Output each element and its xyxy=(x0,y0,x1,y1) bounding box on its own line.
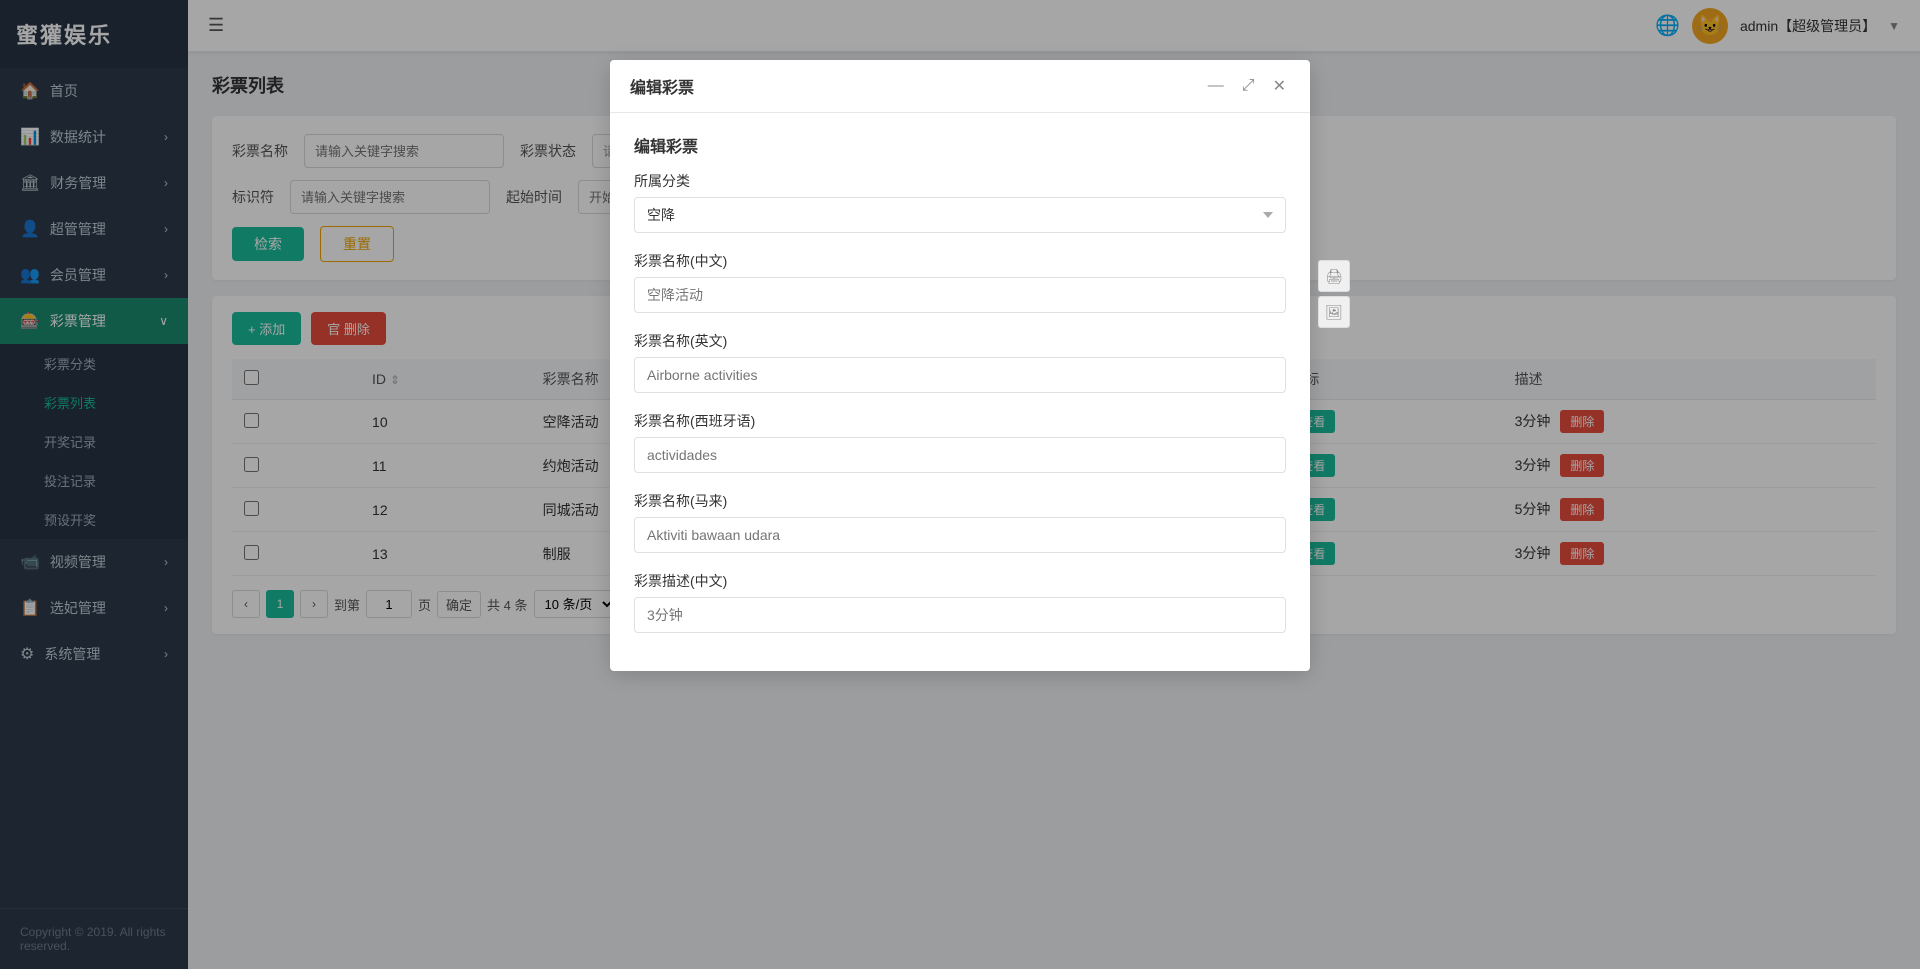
form-group-name-my: 彩票名称(马来) xyxy=(634,491,1286,553)
form-group-name-zh: 彩票名称(中文) xyxy=(634,251,1286,313)
modal-overlay[interactable]: 编辑彩票 — ⤢ ✕ 编辑彩票 所属分类 空降约炮同城租友 彩票名称(中文) 彩… xyxy=(0,0,1920,969)
form-label-name-en: 彩票名称(英文) xyxy=(634,331,1286,351)
modal-maximize-button[interactable]: ⤢ xyxy=(1238,75,1259,97)
form-group-desc-zh: 彩票描述(中文) xyxy=(634,571,1286,633)
modal-actions: — ⤢ ✕ xyxy=(1204,74,1290,98)
modal-minimize-button[interactable]: — xyxy=(1204,75,1228,97)
form-input-name-en[interactable] xyxy=(634,357,1286,393)
modal-close-button[interactable]: ✕ xyxy=(1269,74,1290,98)
form-group-name-en: 彩票名称(英文) xyxy=(634,331,1286,393)
form-label-name-zh: 彩票名称(中文) xyxy=(634,251,1286,271)
form-select-category[interactable]: 空降约炮同城租友 xyxy=(634,197,1286,233)
modal-side-icons: 🖨 🖼 xyxy=(1318,260,1350,328)
modal-body: 编辑彩票 所属分类 空降约炮同城租友 彩票名称(中文) 彩票名称(英文) 彩票名… xyxy=(610,113,1310,671)
modal-header: 编辑彩票 — ⤢ ✕ xyxy=(610,60,1310,113)
form-label-name-es: 彩票名称(西班牙语) xyxy=(634,411,1286,431)
form-label-desc-zh: 彩票描述(中文) xyxy=(634,571,1286,591)
edit-lottery-modal: 编辑彩票 — ⤢ ✕ 编辑彩票 所属分类 空降约炮同城租友 彩票名称(中文) 彩… xyxy=(610,60,1310,671)
form-label-category: 所属分类 xyxy=(634,171,1286,191)
form-label-name-my: 彩票名称(马来) xyxy=(634,491,1286,511)
form-input-name-zh[interactable] xyxy=(634,277,1286,313)
form-input-name-es[interactable] xyxy=(634,437,1286,473)
print-icon[interactable]: 🖨 xyxy=(1318,260,1350,292)
modal-section-title: 编辑彩票 xyxy=(634,133,1286,157)
form-group-category: 所属分类 空降约炮同城租友 xyxy=(634,171,1286,233)
form-input-desc-zh[interactable] xyxy=(634,597,1286,633)
form-group-name-es: 彩票名称(西班牙语) xyxy=(634,411,1286,473)
image-icon[interactable]: 🖼 xyxy=(1318,296,1350,328)
modal-title: 编辑彩票 xyxy=(630,74,694,98)
form-input-name-my[interactable] xyxy=(634,517,1286,553)
